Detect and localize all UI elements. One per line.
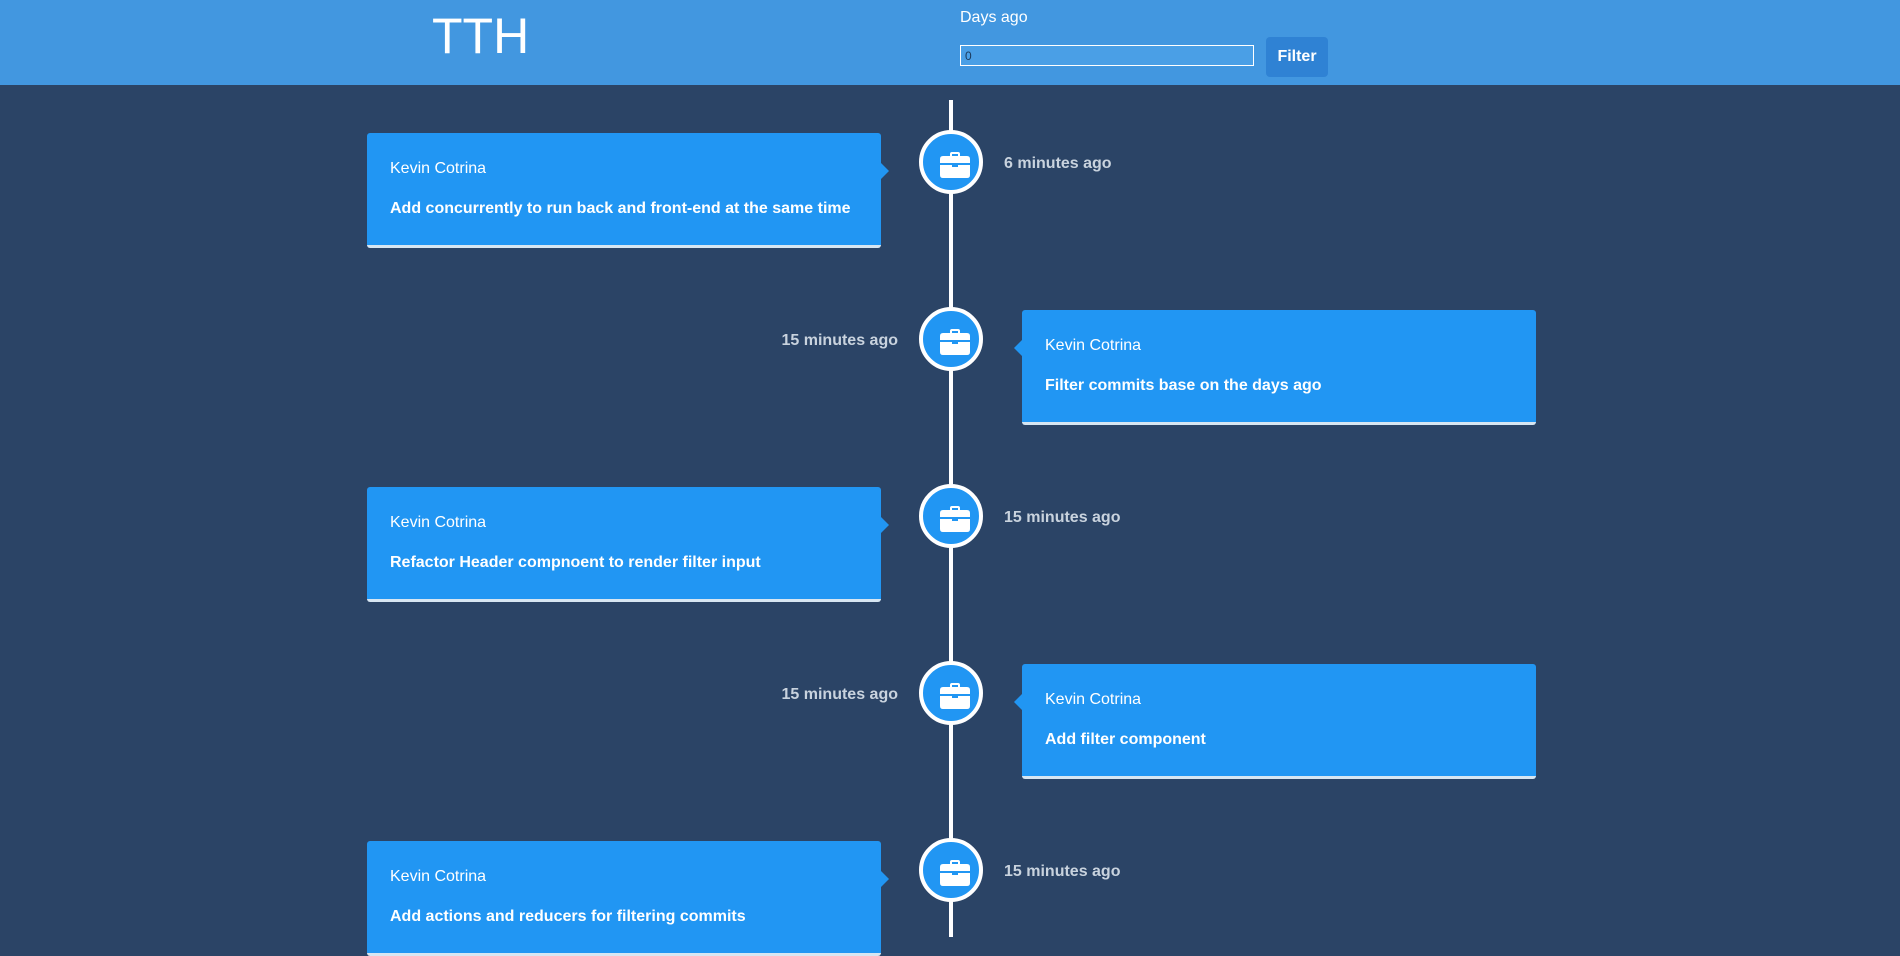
timeline-node bbox=[919, 838, 983, 902]
app-header: TTH Days ago Filter bbox=[0, 0, 1900, 85]
timeline-node bbox=[919, 661, 983, 725]
timeline-node bbox=[919, 484, 983, 548]
briefcase-icon bbox=[940, 860, 970, 886]
commit-message: Add concurrently to run back and front-e… bbox=[390, 200, 851, 217]
commit-card: Kevin Cotrina Add actions and reducers f… bbox=[367, 841, 889, 956]
commit-message: Add filter component bbox=[1045, 731, 1206, 748]
commit-message: Refactor Header compnoent to render filt… bbox=[390, 554, 761, 571]
commit-time: 15 minutes ago bbox=[781, 332, 898, 349]
briefcase-icon bbox=[940, 329, 970, 355]
commit-author: Kevin Cotrina bbox=[390, 160, 487, 177]
commit-message: Add actions and reducers for filtering c… bbox=[390, 908, 746, 925]
commit-message: Filter commits base on the days ago bbox=[1045, 377, 1322, 394]
commit-author: Kevin Cotrina bbox=[1045, 337, 1142, 354]
commit-author: Kevin Cotrina bbox=[390, 868, 487, 885]
commit-card: Kevin Cotrina Add concurrently to run ba… bbox=[367, 133, 889, 248]
commit-time: 15 minutes ago bbox=[781, 686, 898, 703]
commit-card: Kevin Cotrina Filter commits base on the… bbox=[1014, 310, 1536, 425]
commit-card: Kevin Cotrina Refactor Header compnoent … bbox=[367, 487, 889, 602]
commit-author: Kevin Cotrina bbox=[390, 514, 487, 531]
days-ago-input[interactable] bbox=[960, 45, 1254, 66]
app-logo: TTH bbox=[432, 8, 530, 64]
briefcase-icon bbox=[940, 506, 970, 532]
commit-author: Kevin Cotrina bbox=[1045, 691, 1142, 708]
filter-button[interactable]: Filter bbox=[1266, 37, 1328, 77]
commit-time: 15 minutes ago bbox=[1004, 863, 1121, 880]
commit-card: Kevin Cotrina Add filter component bbox=[1014, 664, 1536, 779]
briefcase-icon bbox=[940, 152, 970, 178]
commit-time: 15 minutes ago bbox=[1004, 509, 1121, 526]
timeline-node bbox=[919, 130, 983, 194]
briefcase-icon bbox=[940, 683, 970, 709]
commit-time: 6 minutes ago bbox=[1004, 155, 1112, 172]
days-ago-label: Days ago bbox=[960, 9, 1028, 26]
timeline-node bbox=[919, 307, 983, 371]
